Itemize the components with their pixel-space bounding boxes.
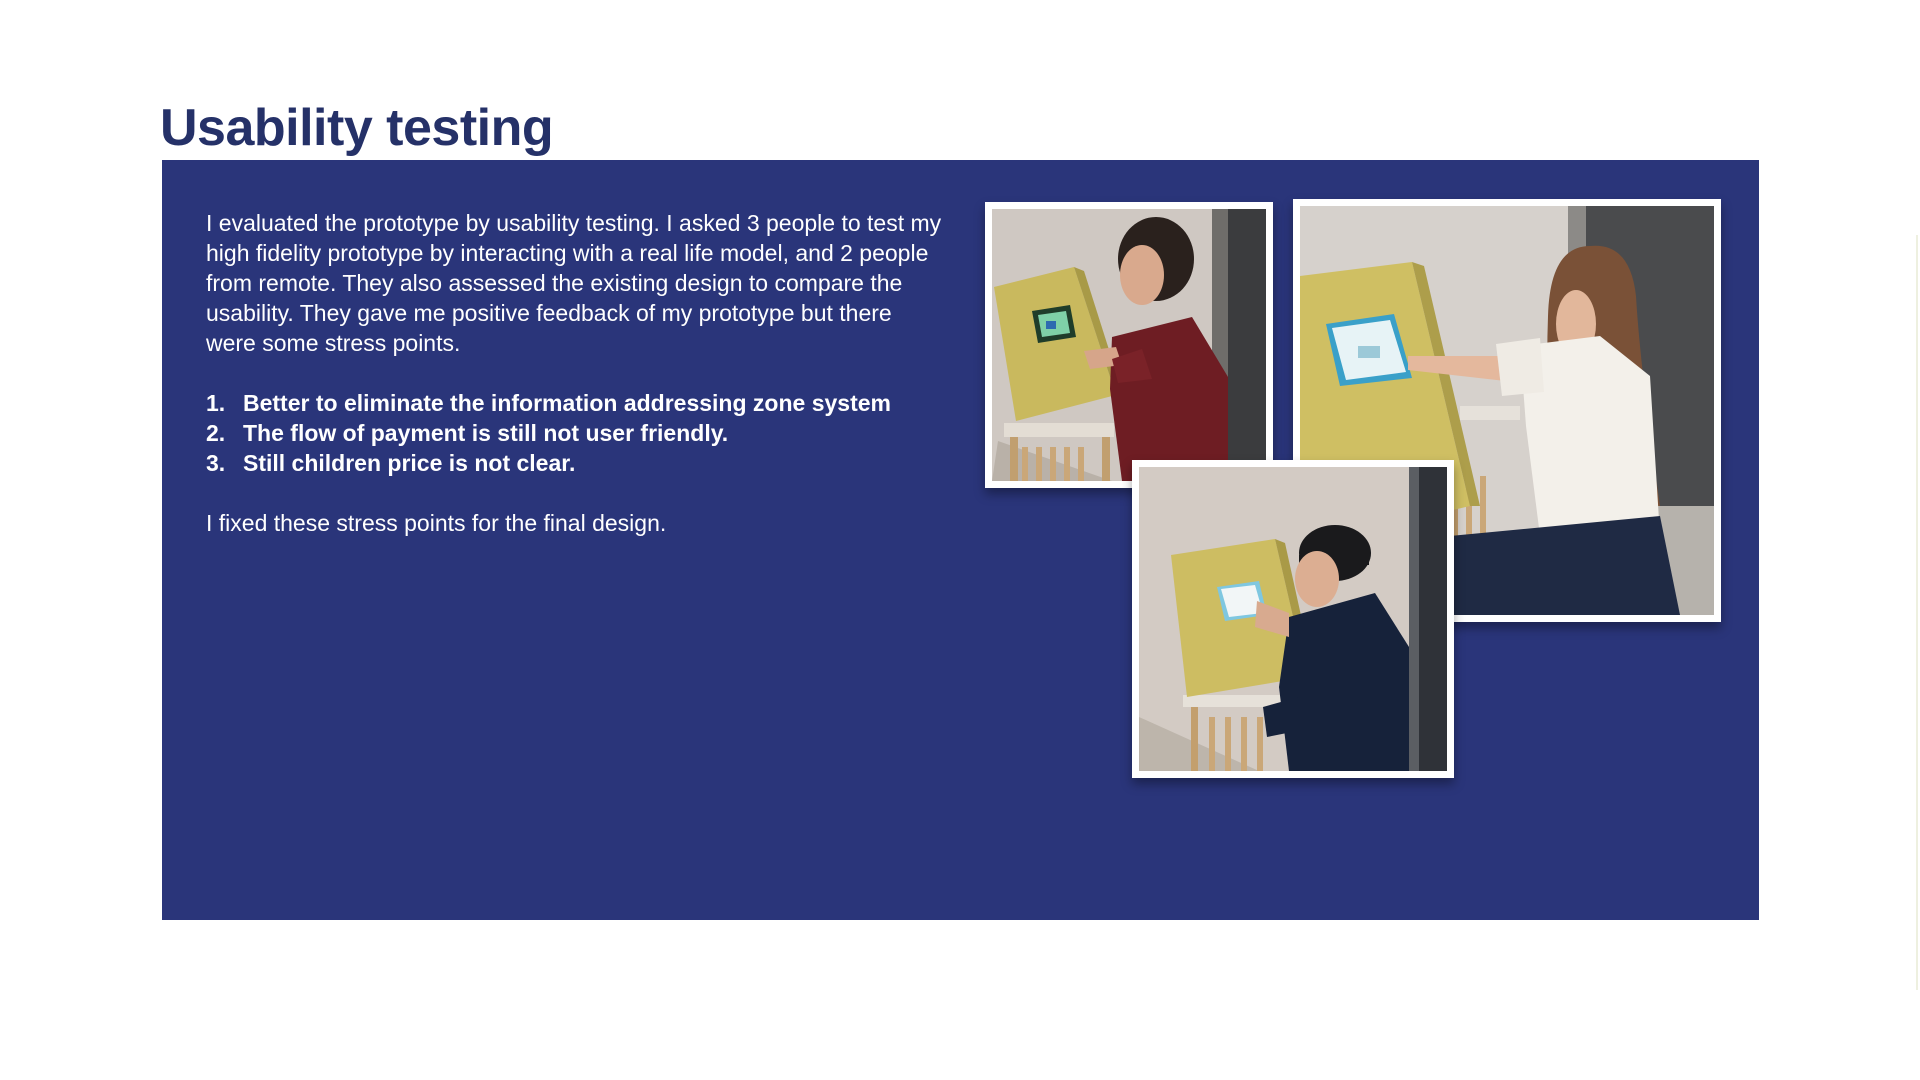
conclusion-paragraph: I fixed these stress points for the fina…: [206, 510, 667, 536]
slide: Usability testing I evaluated the protot…: [0, 0, 1920, 1080]
findings-list: 1. Better to eliminate the information a…: [206, 388, 946, 478]
photo-man-red-shirt: [992, 209, 1266, 481]
text-column: I evaluated the prototype by usability t…: [206, 208, 946, 538]
list-item-text: Still children price is not clear.: [243, 450, 576, 476]
list-item-number: 3.: [206, 450, 226, 476]
test-photo-3: [1132, 460, 1454, 778]
list-item-number: 1.: [206, 390, 226, 416]
intro-paragraph: I evaluated the prototype by usability t…: [206, 210, 942, 356]
list-item: 1. Better to eliminate the information a…: [206, 388, 946, 418]
list-item-number: 2.: [206, 420, 226, 446]
content-panel: I evaluated the prototype by usability t…: [162, 160, 1759, 920]
list-item-text: The flow of payment is still not user fr…: [243, 420, 729, 446]
list-item-text: Better to eliminate the information addr…: [243, 390, 891, 416]
list-item: 2. The flow of payment is still not user…: [206, 418, 946, 448]
test-photo-1: [985, 202, 1273, 488]
list-item: 3. Still children price is not clear.: [206, 448, 946, 478]
edge-divider: [1916, 235, 1918, 990]
page-title: Usability testing: [160, 99, 554, 157]
photo-man-black-cap: [1139, 467, 1447, 771]
